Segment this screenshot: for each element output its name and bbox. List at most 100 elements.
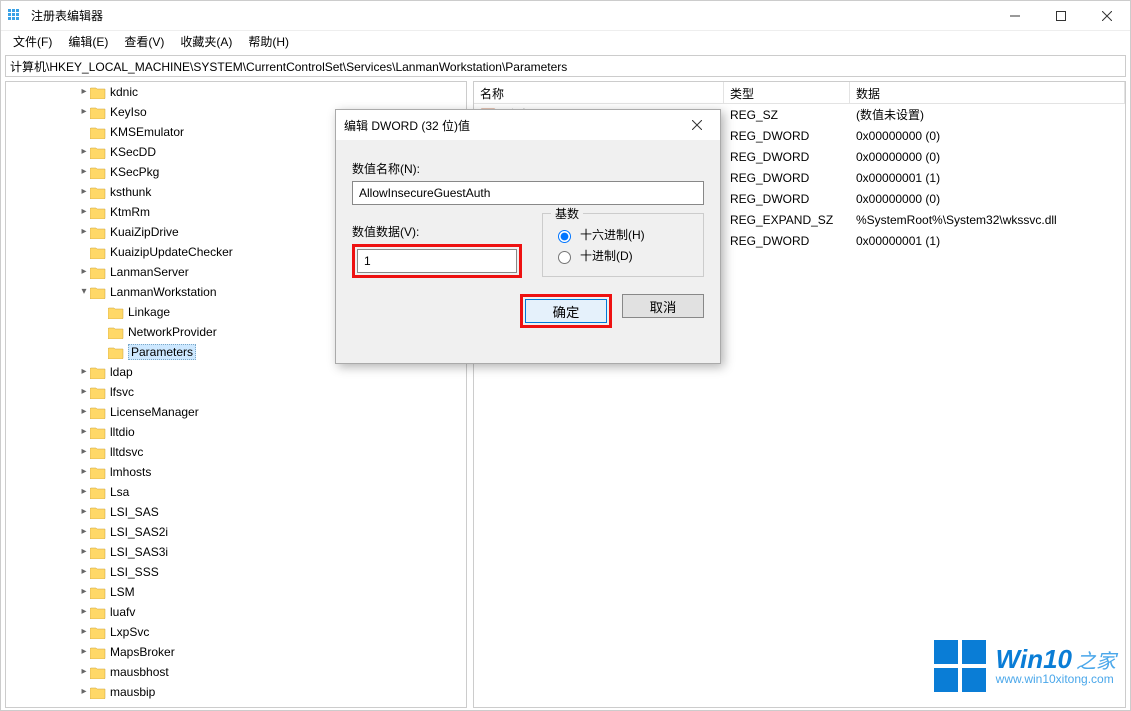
tree-item-lltdio[interactable]: ▸lltdio <box>6 422 466 442</box>
menu-file[interactable]: 文件(F) <box>5 31 60 52</box>
value-data-label: 数值数据(V): <box>352 223 522 240</box>
radio-dec-input[interactable] <box>558 251 571 264</box>
chevron-right-icon[interactable]: ▸ <box>78 446 90 458</box>
tree-item-lxpsvc[interactable]: ▸LxpSvc <box>6 622 466 642</box>
chevron-right-icon[interactable]: ▸ <box>78 566 90 578</box>
tree-item-lsm[interactable]: ▸ LSM <box>6 582 466 602</box>
chevron-right-icon[interactable]: ▸ <box>78 186 90 198</box>
chevron-right-icon[interactable]: ▸ <box>78 226 90 238</box>
chevron-down-icon[interactable]: ▾ <box>78 286 90 298</box>
chevron-right-icon[interactable]: ▸ <box>78 146 90 158</box>
chevron-right-icon[interactable]: ▸ <box>78 686 90 698</box>
tree-label: mausbip <box>110 685 155 699</box>
cell-data: 0x00000001 (1) <box>850 232 1125 250</box>
windows-logo-icon <box>934 640 986 692</box>
tree-item-lsa[interactable]: ▸ Lsa <box>6 482 466 502</box>
tree-item-luafv[interactable]: ▸ luafv <box>6 602 466 622</box>
menu-help[interactable]: 帮助(H) <box>240 31 297 52</box>
header-type[interactable]: 类型 <box>724 82 850 103</box>
tree-label: ldap <box>110 365 133 379</box>
value-name-label: 数值名称(N): <box>352 160 704 177</box>
radio-dec[interactable]: 十进制(D) <box>553 247 693 264</box>
chevron-right-icon[interactable]: ▸ <box>78 626 90 638</box>
dialog-titlebar: 编辑 DWORD (32 位)值 <box>336 110 720 140</box>
cell-type: REG_DWORD <box>724 190 850 208</box>
cell-data: 0x00000000 (0) <box>850 127 1125 145</box>
header-name[interactable]: 名称 <box>474 82 724 103</box>
base-legend: 基数 <box>551 205 583 222</box>
tree-label: lfsvc <box>110 385 134 399</box>
dialog-close-button[interactable] <box>674 110 720 140</box>
tree-item-lsi_sas[interactable]: ▸LSI_SAS <box>6 502 466 522</box>
tree-label: LanmanServer <box>110 265 189 279</box>
list-header: 名称 类型 数据 <box>474 82 1125 104</box>
chevron-right-icon[interactable]: ▸ <box>78 586 90 598</box>
dialog-title: 编辑 DWORD (32 位)值 <box>344 117 470 134</box>
tree-item-lsi_sss[interactable]: ▸ LSI_SSS <box>6 562 466 582</box>
tree-item-ldap[interactable]: ▸ ldap <box>6 362 466 382</box>
tree-item-lltdsvc[interactable]: ▸ lltdsvc <box>6 442 466 462</box>
value-name-input[interactable] <box>352 181 704 205</box>
tree-item-kdnic[interactable]: ▸ kdnic <box>6 82 466 102</box>
chevron-right-icon[interactable]: ▸ <box>78 666 90 678</box>
chevron-right-icon[interactable]: ▸ <box>78 526 90 538</box>
menu-favorites[interactable]: 收藏夹(A) <box>172 31 240 52</box>
tree-label: Lsa <box>110 485 129 499</box>
maximize-button[interactable] <box>1038 1 1084 31</box>
minimize-button[interactable] <box>992 1 1038 31</box>
close-button[interactable] <box>1084 1 1130 31</box>
chevron-right-icon[interactable]: ▸ <box>78 386 90 398</box>
header-data[interactable]: 数据 <box>850 82 1125 103</box>
menu-edit[interactable]: 编辑(E) <box>60 31 116 52</box>
cell-type: REG_DWORD <box>724 148 850 166</box>
tree-item-lfsvc[interactable]: ▸ lfsvc <box>6 382 466 402</box>
menu-view[interactable]: 查看(V) <box>116 31 172 52</box>
tree-item-mausbhost[interactable]: ▸mausbhost <box>6 662 466 682</box>
cancel-button[interactable]: 取消 <box>622 294 704 318</box>
tree-item-lsi_sas3i[interactable]: ▸LSI_SAS3i <box>6 542 466 562</box>
tree-item-mapsbroker[interactable]: ▸MapsBroker <box>6 642 466 662</box>
cell-type: REG_EXPAND_SZ <box>724 211 850 229</box>
chevron-right-icon[interactable]: ▸ <box>78 266 90 278</box>
tree-item-mbbcx[interactable]: ▸MbbCx <box>6 702 466 708</box>
chevron-right-icon[interactable]: ▸ <box>78 606 90 618</box>
tree-label: KMSEmulator <box>110 125 184 139</box>
tree-item-lsi_sas2i[interactable]: ▸ LSI_SAS2i <box>6 522 466 542</box>
tree-item-mausbip[interactable]: ▸ mausbip <box>6 682 466 702</box>
registry-editor-window: 注册表编辑器 文件(F) 编辑(E) 查看(V) 收藏夹(A) 帮助(H) 计算… <box>0 0 1131 711</box>
tree-item-licensemanager[interactable]: ▸LicenseManager <box>6 402 466 422</box>
base-group: 基数 十六进制(H) 十进制(D) <box>542 213 704 277</box>
radio-hex-input[interactable] <box>558 230 571 243</box>
tree-label: lmhosts <box>110 465 151 479</box>
chevron-right-icon[interactable]: ▸ <box>78 546 90 558</box>
chevron-right-icon[interactable]: ▸ <box>78 466 90 478</box>
ok-button[interactable]: 确定 <box>525 299 607 323</box>
cell-type: REG_DWORD <box>724 127 850 145</box>
tree-label: LSI_SAS2i <box>110 525 168 539</box>
address-bar[interactable]: 计算机\HKEY_LOCAL_MACHINE\SYSTEM\CurrentCon… <box>5 55 1126 77</box>
tree-label: lltdsvc <box>110 445 143 459</box>
watermark-brand: Win10之家 <box>996 646 1116 672</box>
chevron-right-icon[interactable]: ▸ <box>78 506 90 518</box>
chevron-right-icon[interactable]: ▸ <box>78 86 90 98</box>
chevron-right-icon[interactable]: ▸ <box>78 166 90 178</box>
radio-hex[interactable]: 十六进制(H) <box>553 226 693 243</box>
tree-item-lmhosts[interactable]: ▸ lmhosts <box>6 462 466 482</box>
chevron-right-icon[interactable]: ▸ <box>78 646 90 658</box>
chevron-right-icon[interactable]: ▸ <box>78 106 90 118</box>
radio-hex-label: 十六进制(H) <box>580 226 645 243</box>
chevron-right-icon[interactable]: ▸ <box>78 366 90 378</box>
value-data-input[interactable] <box>357 249 517 273</box>
chevron-right-icon[interactable]: ▸ <box>78 406 90 418</box>
chevron-right-icon[interactable]: ▸ <box>78 706 90 708</box>
address-text: 计算机\HKEY_LOCAL_MACHINE\SYSTEM\CurrentCon… <box>10 58 567 75</box>
chevron-right-icon[interactable]: ▸ <box>78 486 90 498</box>
tree-label: luafv <box>110 605 135 619</box>
tree-label: LSI_SSS <box>110 565 159 579</box>
chevron-right-icon[interactable]: ▸ <box>78 426 90 438</box>
tree-label: kdnic <box>110 85 138 99</box>
chevron-right-icon[interactable]: ▸ <box>78 206 90 218</box>
cell-data: 0x00000000 (0) <box>850 148 1125 166</box>
tree-label: LSM <box>110 585 135 599</box>
app-icon <box>7 8 23 24</box>
